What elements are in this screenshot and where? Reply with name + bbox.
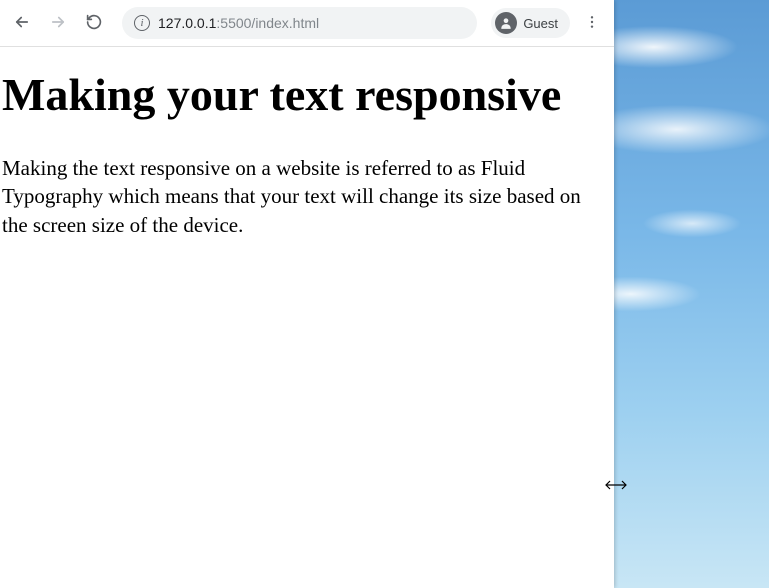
page-viewport: Making your text responsive Making the t… [0,47,614,588]
site-info-icon[interactable]: i [134,15,150,31]
kebab-menu-icon [584,14,600,33]
page-paragraph: Making the text responsive on a website … [2,154,582,239]
arrow-right-icon [49,13,67,34]
address-bar[interactable]: i 127.0.0.1:5500/index.html [122,7,477,39]
arrow-left-icon [13,13,31,34]
url-text: 127.0.0.1:5500/index.html [158,15,319,31]
browser-window: i 127.0.0.1:5500/index.html Guest Making… [0,0,614,588]
browser-toolbar: i 127.0.0.1:5500/index.html Guest [0,0,614,47]
profile-button[interactable]: Guest [491,8,570,38]
url-path: :5500/index.html [216,15,319,31]
menu-button[interactable] [576,7,608,39]
guest-avatar-icon [495,12,517,34]
reload-button[interactable] [78,7,110,39]
reload-icon [85,13,103,34]
back-button[interactable] [6,7,38,39]
profile-label: Guest [523,16,558,31]
url-host: 127.0.0.1 [158,15,216,31]
forward-button[interactable] [42,7,74,39]
page-heading: Making your text responsive [2,69,612,122]
